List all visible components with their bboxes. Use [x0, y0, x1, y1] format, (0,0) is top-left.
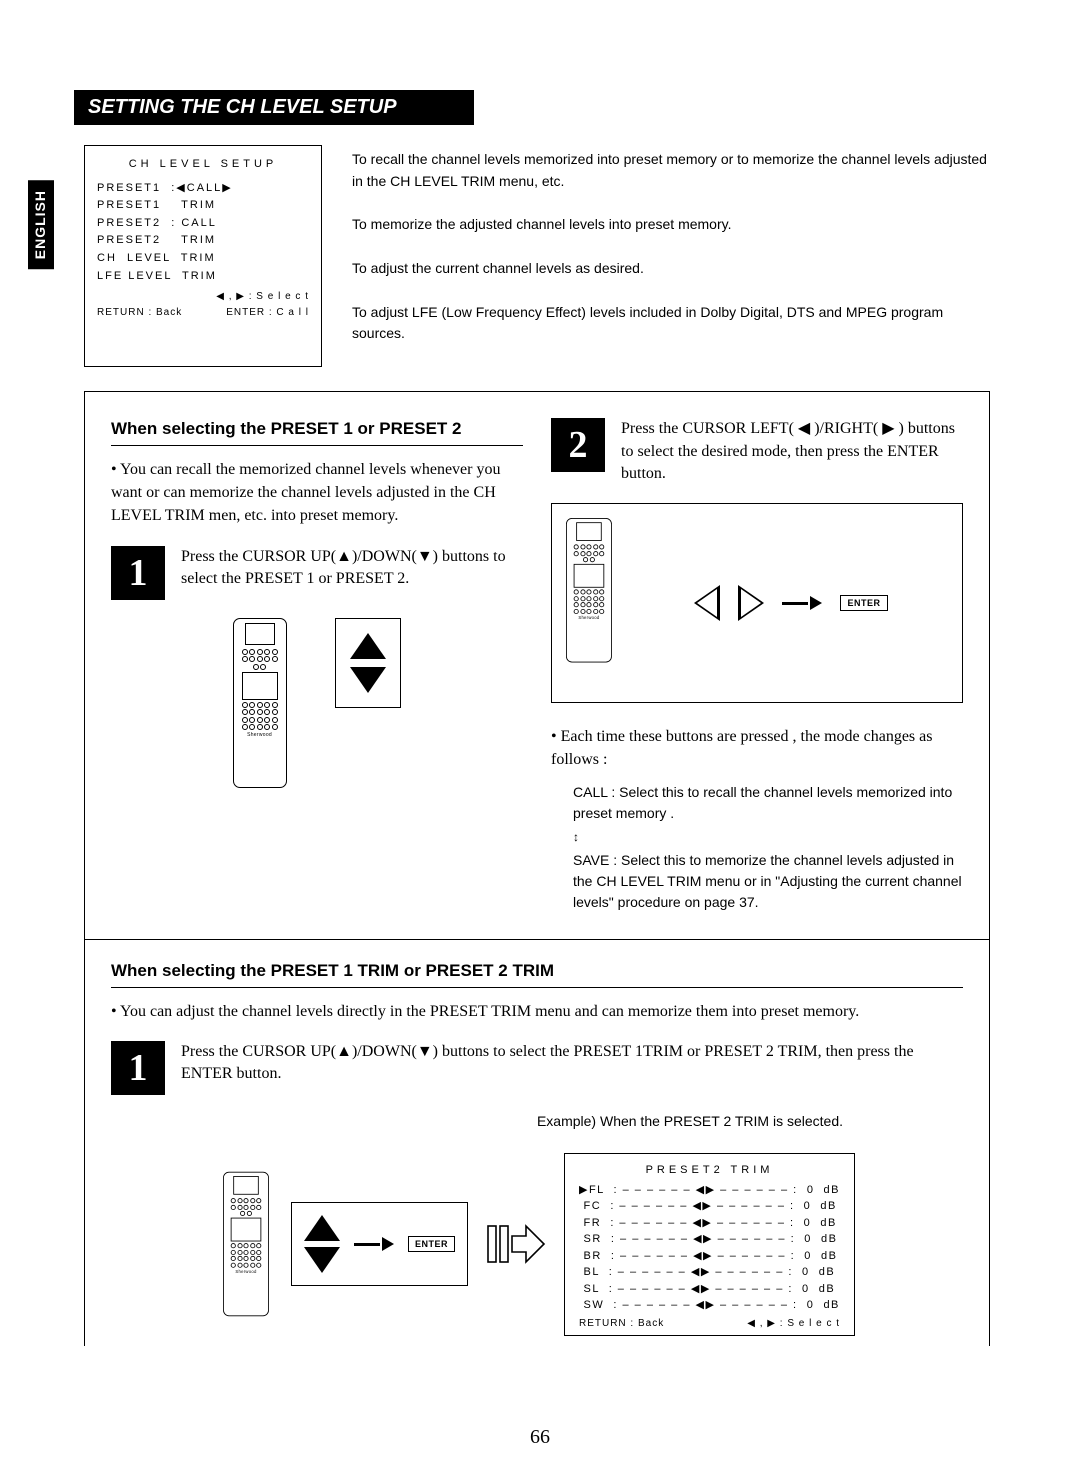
remote-icon: Sherwood: [223, 1172, 269, 1317]
remote-leftright-diagram: Sherwood ENTER: [551, 503, 963, 703]
enter-button-label: ENTER: [840, 595, 887, 611]
mode-intro: • Each time these buttons are pressed , …: [551, 725, 963, 771]
trim-osd-footer: RETURN : Back ◀ , ▶ : S e l e c t: [579, 1318, 840, 1329]
triangle-left-icon: [694, 585, 720, 621]
ch-level-setup-osd: CH LEVEL SETUP PRESET1 :◀CALL▶ PRESET1 T…: [84, 145, 322, 367]
osd-row: LFE LEVEL TRIM: [97, 268, 309, 286]
step-badge: 1: [111, 1041, 165, 1095]
triangle-up-icon: [304, 1215, 340, 1241]
osd-row: PRESET2 : CALL: [97, 215, 309, 233]
remote-brand-label: Sherwood: [247, 732, 272, 738]
cursor-up-down-icon: [335, 618, 401, 708]
osd-enter-hint: ENTER : C a l l: [226, 305, 309, 321]
save-mode-text: SAVE : Select this to memorize the chann…: [573, 850, 963, 913]
step-1-trim: 1 Press the CURSOR UP(▲)/DOWN(▼) buttons…: [111, 1041, 963, 1095]
osd-footer: ◀ , ▶ : S e l e c t RETURN : Back ENTER …: [97, 289, 309, 321]
note-memorize: To memorize the adjusted channel levels …: [352, 214, 990, 236]
page-number: 66: [0, 1426, 1080, 1449]
bottom-diagram-row: Sherwood ENTER PRESET2 TRIM ▶: [111, 1153, 963, 1336]
step-2-right: 2 Press the CURSOR LEFT( ◀ )/RIGHT( ▶ ) …: [551, 418, 963, 485]
updown-arrow-icon: ↕: [573, 828, 963, 846]
mode-intro-text: Each time these buttons are pressed , th…: [551, 728, 932, 768]
right-column: 2 Press the CURSOR LEFT( ◀ )/RIGHT( ▶ ) …: [551, 418, 963, 913]
section-banner: SETTING THE CH LEVEL SETUP: [74, 90, 474, 125]
trim-channel-row: BL : – – – – – – ◀▶ – – – – – – : 0 dB: [579, 1264, 840, 1281]
osd-row: PRESET1 :◀CALL▶: [97, 180, 309, 198]
body-frame: When selecting the PRESET 1 or PRESET 2 …: [84, 391, 990, 1346]
subhead-trim: When selecting the PRESET 1 TRIM or PRES…: [111, 960, 963, 988]
bullet-text: You can adjust the channel levels direct…: [111, 1003, 859, 1020]
manual-page: ENGLISH SETTING THE CH LEVEL SETUP CH LE…: [0, 0, 1080, 1479]
trim-osd-title: PRESET2 TRIM: [579, 1164, 840, 1176]
preset2-trim-osd: PRESET2 TRIM ▶FL : – – – – – – ◀▶ – – – …: [564, 1153, 855, 1336]
trim-channel-row: SW : – – – – – – ◀▶ – – – – – – : 0 dB: [579, 1297, 840, 1314]
transition-arrow-icon: [486, 1222, 546, 1266]
step-text: Press the CURSOR LEFT( ◀ )/RIGHT( ▶ ) bu…: [621, 418, 963, 485]
step-badge: 2: [551, 418, 605, 472]
trim-intro: You can adjust the channel levels direct…: [111, 1000, 963, 1023]
enter-button-label: ENTER: [408, 1236, 455, 1252]
trim-channel-row: SL : – – – – – – ◀▶ – – – – – – : 0 dB: [579, 1281, 840, 1298]
mode-list: CALL : Select this to recall the channel…: [573, 782, 963, 913]
step-text: Press the CURSOR UP(▲)/DOWN(▼) buttons t…: [181, 1041, 963, 1086]
intro-text: You can recall the memorized channel lev…: [111, 458, 523, 528]
note-recall: To recall the channel levels memorized i…: [352, 149, 990, 192]
remote-icon: Sherwood: [233, 618, 287, 788]
left-column: When selecting the PRESET 1 or PRESET 2 …: [111, 418, 523, 913]
note-lfe: To adjust LFE (Low Frequency Effect) lev…: [352, 302, 990, 345]
triangle-down-icon: [304, 1247, 340, 1273]
two-column-layout: When selecting the PRESET 1 or PRESET 2 …: [111, 418, 963, 913]
trim-channel-row: ▶FL : – – – – – – ◀▶ – – – – – – : 0 dB: [579, 1182, 840, 1199]
trim-channel-row: BR : – – – – – – ◀▶ – – – – – – : 0 dB: [579, 1248, 840, 1265]
language-tab: ENGLISH: [28, 180, 54, 269]
osd-select-hint: ◀ , ▶ : S e l e c t: [747, 1318, 840, 1329]
trim-channel-row: FC : – – – – – – ◀▶ – – – – – – : 0 dB: [579, 1198, 840, 1215]
remote-updown-diagram: Sherwood: [111, 618, 523, 788]
osd-row: PRESET2 TRIM: [97, 232, 309, 250]
menu-and-notes-row: CH LEVEL SETUP PRESET1 :◀CALL▶ PRESET1 T…: [84, 145, 990, 367]
triangle-up-icon: [350, 633, 386, 659]
osd-select-hint: ◀ , ▶ : S e l e c t: [216, 289, 309, 305]
triangle-down-icon: [350, 667, 386, 693]
osd-title: CH LEVEL SETUP: [97, 156, 309, 174]
step-1-left: 1 Press the CURSOR UP(▲)/DOWN(▼) buttons…: [111, 546, 523, 600]
bullet-text: You can recall the memorized channel lev…: [111, 461, 500, 524]
note-adjust: To adjust the current channel levels as …: [352, 258, 990, 280]
step-badge: 1: [111, 546, 165, 600]
osd-return-hint: RETURN : Back: [97, 305, 182, 321]
example-label: Example) When the PRESET 2 TRIM is selec…: [537, 1113, 843, 1129]
osd-row: PRESET1 TRIM: [97, 197, 309, 215]
subhead-preset: When selecting the PRESET 1 or PRESET 2: [111, 418, 523, 446]
step-text: Press the CURSOR UP(▲)/DOWN(▼) buttons t…: [181, 546, 523, 591]
callout-notes: To recall the channel levels memorized i…: [352, 145, 990, 367]
updown-enter-diagram: ENTER: [291, 1202, 468, 1286]
section-divider: [85, 939, 989, 940]
trim-channel-row: SR : – – – – – – ◀▶ – – – – – – : 0 dB: [579, 1231, 840, 1248]
triangle-right-icon: [738, 585, 764, 621]
osd-row: CH LEVEL TRIM: [97, 250, 309, 268]
arrow-right-icon: [354, 1237, 394, 1251]
osd-return-hint: RETURN : Back: [579, 1318, 664, 1329]
remote-icon: Sherwood: [566, 518, 612, 663]
arrow-right-icon: [782, 596, 822, 610]
trim-channel-row: FR : – – – – – – ◀▶ – – – – – – : 0 dB: [579, 1215, 840, 1232]
call-mode-text: CALL : Select this to recall the channel…: [573, 782, 963, 824]
